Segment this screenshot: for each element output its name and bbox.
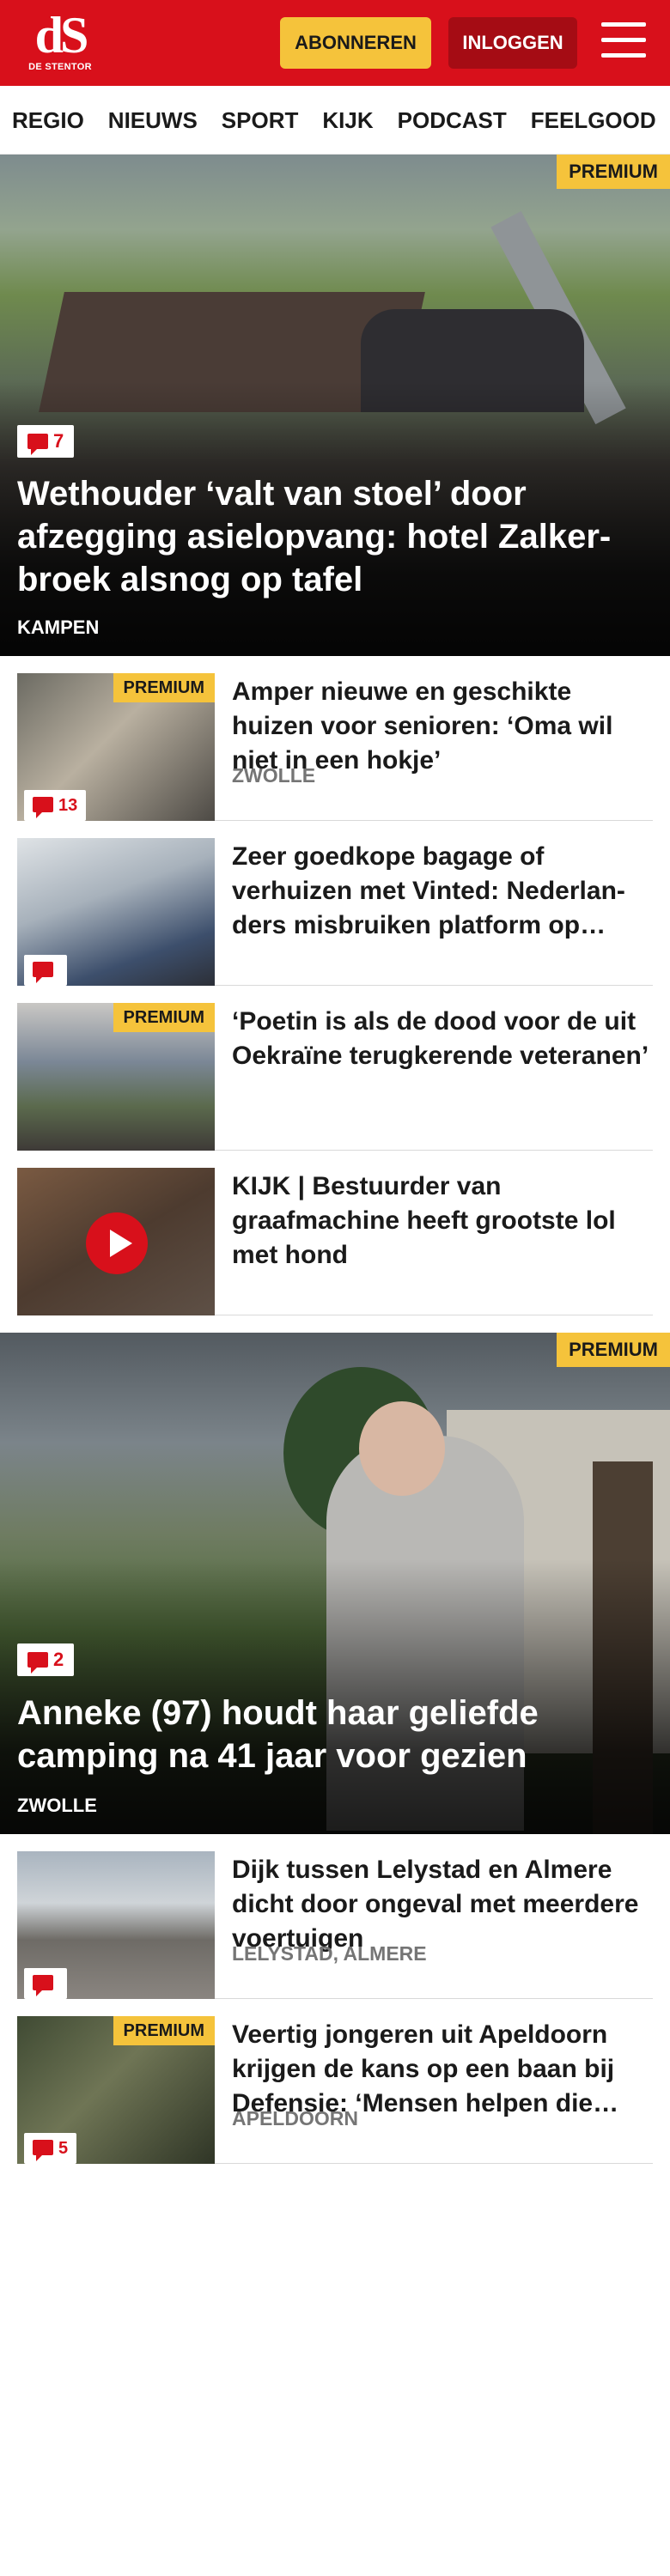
list-item[interactable]: PREMIUM ‘Poetin is als de dood voor de u… — [17, 986, 653, 1151]
section-nav: REGIONIEUWSSPORTKIJKPODCASTFEELGOODI — [0, 86, 670, 155]
premium-badge: PREMIUM — [557, 155, 670, 189]
article-title[interactable]: Zeer goedkope bagage of verhuizen met Vi… — [232, 840, 653, 943]
article-thumbnail: PREMIUM 5 — [17, 2016, 215, 2164]
logo[interactable]: dS DE STENTOR — [24, 7, 96, 76]
premium-badge: PREMIUM — [113, 2016, 215, 2045]
comment-icon — [27, 434, 48, 455]
article-location: ZWOLLE — [232, 764, 316, 787]
hamburger-icon[interactable] — [601, 22, 646, 62]
comment-count-value: 5 — [58, 2139, 69, 2158]
nav-item-nieuws[interactable]: NIEUWS — [108, 86, 198, 154]
hero-location: ZWOLLE — [17, 1795, 97, 1816]
hero-title[interactable]: Anneke (97) houdt haar geliefde camping … — [17, 1692, 653, 1777]
article-title[interactable]: ‘Poetin is als de dood voor de uit Oekra… — [232, 1005, 653, 1073]
premium-badge: PREMIUM — [113, 1003, 215, 1032]
comment-icon — [33, 797, 53, 818]
comment-count[interactable] — [24, 1968, 67, 1999]
article-title[interactable]: Veertig jongeren uit Apeldoorn krijgen d… — [232, 2018, 653, 2121]
hero-article-camping[interactable]: PREMIUM 2 Anneke (97) houdt haar geliefd… — [0, 1333, 670, 1834]
list-item[interactable]: Zeer goedkope bagage of verhuizen met Vi… — [17, 821, 653, 986]
article-title[interactable]: Amper nieuwe en geschikte huizen voor se… — [232, 675, 653, 778]
list-item[interactable]: PREMIUM 13 Amper nieuwe en geschikte hui… — [17, 656, 653, 821]
hero-article-hotel[interactable]: PREMIUM 7 Wethouder ‘valt van stoel’ doo… — [0, 155, 670, 656]
comment-count[interactable]: 2 — [17, 1643, 75, 1676]
login-button[interactable]: INLOGGEN — [448, 17, 577, 69]
nav-item-kijk[interactable]: KIJK — [322, 86, 373, 154]
list-item[interactable]: Dijk tussen Lelystad en Almere dicht doo… — [17, 1834, 653, 1999]
comment-count-value: 2 — [53, 1649, 64, 1670]
nav-item-feelgood[interactable]: FEELGOOD — [531, 86, 656, 154]
article-title[interactable]: KIJK | Bestuurder van graafmachine heeft… — [232, 1170, 653, 1273]
comment-count[interactable]: 13 — [24, 790, 87, 821]
top-bar: dS DE STENTOR ABONNEREN INLOGGEN — [0, 0, 670, 86]
article-thumbnail — [17, 838, 215, 986]
article-thumbnail: PREMIUM — [17, 1003, 215, 1151]
premium-badge: PREMIUM — [113, 673, 215, 702]
list-item[interactable]: KIJK | Bestuurder van graafmachine heeft… — [17, 1151, 653, 1315]
article-thumbnail — [17, 1851, 215, 1999]
nav-item-regio[interactable]: REGIO — [12, 86, 84, 154]
hero-title[interactable]: Wethouder ‘valt van stoel’ door afzeggin… — [17, 472, 653, 601]
comment-count-value: 7 — [53, 430, 64, 452]
comment-icon — [33, 1975, 53, 1996]
comment-count[interactable] — [24, 955, 67, 986]
comment-icon — [33, 2140, 53, 2161]
comment-count-value: 13 — [58, 796, 78, 815]
woman-head-image — [359, 1401, 445, 1496]
video-thumbnail — [17, 1168, 215, 1315]
nav-item-podcast[interactable]: PODCAST — [398, 86, 507, 154]
comment-icon — [27, 1652, 48, 1674]
logo-mark: dS — [34, 7, 89, 64]
nav-item-sport[interactable]: SPORT — [222, 86, 299, 154]
logo-subtitle: DE STENTOR — [28, 62, 92, 72]
article-thumbnail: PREMIUM 13 — [17, 673, 215, 821]
hero-location: KAMPEN — [17, 617, 100, 638]
comment-count[interactable]: 5 — [24, 2133, 77, 2164]
comment-count[interactable]: 7 — [17, 425, 75, 458]
comment-icon — [33, 962, 53, 983]
article-location: LELYSTAD, ALMERE — [232, 1942, 427, 1965]
subscribe-button[interactable]: ABONNEREN — [280, 17, 431, 69]
play-icon[interactable] — [86, 1212, 148, 1274]
premium-badge: PREMIUM — [557, 1333, 670, 1367]
article-title[interactable]: Dijk tussen Lelystad en Almere dicht doo… — [232, 1853, 653, 1956]
list-item[interactable]: PREMIUM 5 Veertig jongeren uit Apeldoorn… — [17, 1999, 653, 2164]
article-location: APELDOORN — [232, 2107, 358, 2129]
